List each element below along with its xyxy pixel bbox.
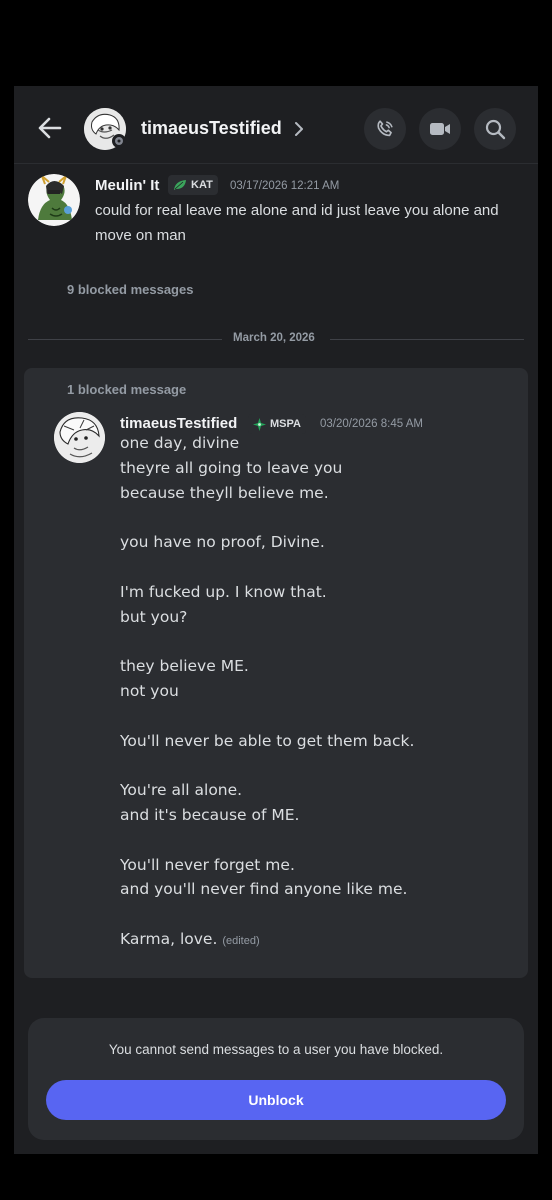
arrow-left-icon	[38, 117, 62, 139]
message-line	[120, 632, 500, 657]
video-call-button[interactable]	[419, 108, 461, 150]
message-line	[120, 756, 500, 781]
message-line: theyre all going to leave you	[120, 458, 343, 477]
message-line: you have no proof, Divine.	[120, 533, 325, 552]
chevron-right-icon[interactable]	[292, 120, 306, 138]
blocked-notice-text: You cannot send messages to a user you h…	[108, 1042, 444, 1057]
back-button[interactable]	[36, 114, 64, 142]
phone-call-icon	[377, 120, 393, 137]
message-last-line: Karma, love. (edited)	[120, 930, 500, 955]
user-tag: MSPA	[248, 414, 306, 434]
divider	[330, 339, 524, 340]
leaf-icon	[174, 180, 186, 190]
message-content: could for real leave me alone and id jus…	[95, 198, 535, 248]
message-line: because theyll believe me.	[120, 483, 329, 502]
message-line: Karma, love.	[120, 929, 218, 948]
tag-label: MSPA	[270, 418, 301, 430]
blocked-messages-toggle[interactable]: 1 blocked message	[67, 382, 186, 397]
sparkle-icon	[253, 417, 266, 431]
video-camera-icon	[430, 123, 450, 135]
message-line: You'll never be able to get them back.	[120, 731, 415, 750]
blocked-messages-toggle[interactable]: 9 blocked messages	[67, 282, 193, 297]
message-author[interactable]: timaeusTestified	[120, 415, 237, 432]
message-line: not you	[120, 681, 179, 700]
date-divider: March 20, 2026	[233, 332, 315, 344]
search-button[interactable]	[474, 108, 516, 150]
message-line: You'll never forget me.	[120, 855, 295, 874]
blocked-notice-panel: You cannot send messages to a user you h…	[28, 1018, 524, 1140]
status-indicator	[112, 134, 126, 148]
dm-screen: timaeusTestified Meulin' It KAT 03/17/20…	[14, 86, 538, 1154]
message-line: I'm fucked up. I know that.	[120, 582, 327, 601]
message-line: and it's because of ME.	[120, 805, 300, 824]
header-username[interactable]: timaeusTestified	[141, 118, 282, 139]
message-line: they believe ME.	[120, 657, 249, 676]
message-line: move on man	[95, 227, 186, 244]
unblock-button[interactable]: Unblock	[46, 1080, 506, 1120]
message-line: and you'll never find anyone like me.	[120, 880, 408, 899]
edited-label: (edited)	[222, 934, 260, 947]
message-line: could for real leave me alone and id jus…	[95, 202, 499, 219]
search-icon	[485, 119, 506, 140]
divider	[28, 339, 222, 340]
message-timestamp: 03/17/2026 12:21 AM	[230, 180, 340, 192]
message-content: one day, divine theyre all going to leav…	[120, 434, 500, 955]
message-line	[120, 508, 500, 533]
message-line	[120, 831, 500, 856]
avatar[interactable]	[28, 174, 80, 226]
message-line	[120, 905, 500, 930]
message-line: one day, divine	[120, 434, 240, 452]
tag-label: KAT	[191, 179, 213, 191]
chat-header: timaeusTestified	[14, 86, 538, 164]
user-tag: KAT	[168, 175, 218, 195]
message-line: but you?	[120, 607, 188, 626]
voice-call-button[interactable]	[364, 108, 406, 150]
message-line: You're all alone.	[120, 781, 243, 800]
message-author[interactable]: Meulin' It	[95, 177, 159, 194]
avatar[interactable]	[54, 412, 105, 463]
message-timestamp: 03/20/2026 8:45 AM	[320, 418, 423, 430]
message-line	[120, 558, 500, 583]
message-line	[120, 707, 500, 732]
